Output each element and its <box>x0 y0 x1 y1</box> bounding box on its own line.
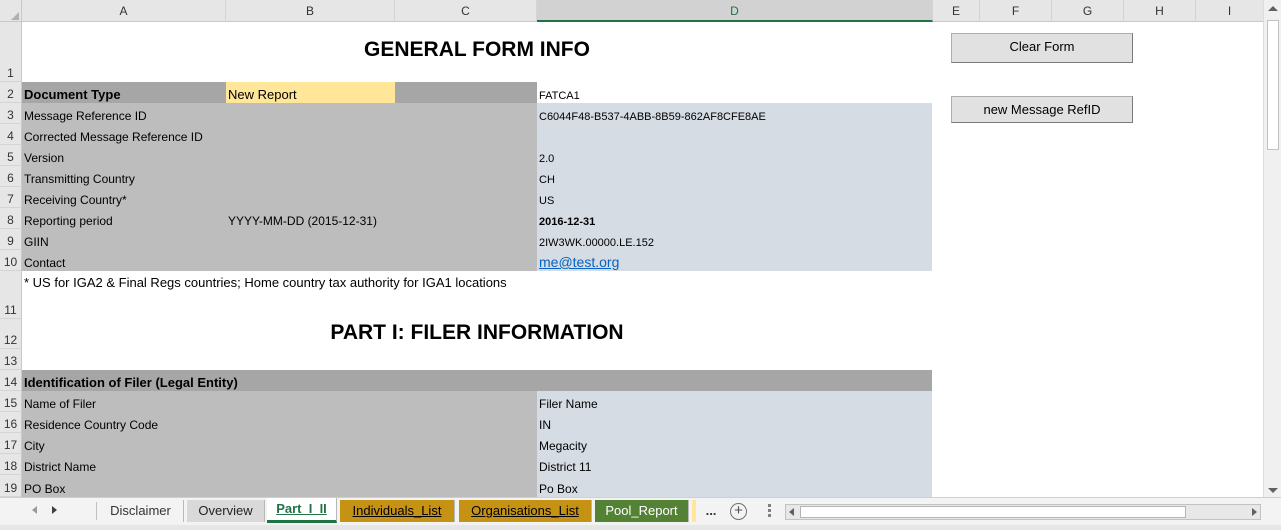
row-header-12[interactable]: 12 <box>0 319 22 349</box>
city-label: City <box>22 433 537 454</box>
row-header-13[interactable]: 13 <box>0 349 22 370</box>
hidden-tab-stub <box>692 500 696 522</box>
scroll-right-icon[interactable] <box>1252 508 1257 516</box>
scroll-up-icon[interactable] <box>1268 6 1278 11</box>
document-type-selector[interactable]: New Report <box>226 82 395 103</box>
vertical-scrollbar[interactable] <box>1263 0 1281 497</box>
scroll-left-icon[interactable] <box>789 508 794 516</box>
column-header-d[interactable]: D <box>537 0 933 22</box>
row-header-1[interactable]: 1 <box>0 22 22 82</box>
filer-name-value[interactable]: Filer Name <box>537 391 932 412</box>
column-header-bar: A B C D E F G H I <box>0 0 1263 22</box>
message-ref-label: Message Reference ID <box>22 103 537 124</box>
tab-disclaimer[interactable]: Disclaimer <box>98 500 184 522</box>
document-type-label: Document Type <box>22 82 226 103</box>
row-header-7[interactable]: 7 <box>0 187 22 208</box>
horizontal-scrollbar[interactable] <box>785 504 1261 520</box>
row-header-4[interactable]: 4 <box>0 124 22 145</box>
tab-splitter-icon[interactable] <box>768 504 771 507</box>
contact-cell[interactable]: me@test.org <box>537 250 932 271</box>
horizontal-scroll-thumb[interactable] <box>800 506 1186 518</box>
column-header-a[interactable]: A <box>22 0 226 22</box>
residence-country-value[interactable]: IN <box>537 412 932 433</box>
contact-label: Contact <box>22 250 537 271</box>
district-name-value[interactable]: District 11 <box>537 454 932 475</box>
row-header-9[interactable]: 9 <box>0 229 22 250</box>
tab-individuals-list[interactable]: Individuals_List <box>340 500 455 522</box>
scroll-down-icon[interactable] <box>1268 488 1278 493</box>
filer-name-label: Name of Filer <box>22 391 537 412</box>
row-header-3[interactable]: 3 <box>0 103 22 124</box>
add-sheet-icon[interactable]: + <box>730 503 747 520</box>
row-header-2[interactable]: 2 <box>0 82 22 103</box>
tab-separator <box>96 502 97 520</box>
reporting-period-value[interactable]: 2016-12-31 <box>537 208 932 229</box>
giin-value[interactable]: 2IW3WK.00000.LE.152 <box>537 229 932 250</box>
filer-section-header: Identification of Filer (Legal Entity) <box>22 370 932 391</box>
district-name-label: District Name <box>22 454 537 475</box>
column-header-g[interactable]: G <box>1052 0 1124 22</box>
po-box-label: PO Box <box>22 475 537 497</box>
tab-overview[interactable]: Overview <box>187 500 265 522</box>
giin-label: GIIN <box>22 229 537 250</box>
column-header-h[interactable]: H <box>1124 0 1196 22</box>
column-header-f[interactable]: F <box>980 0 1052 22</box>
tab-part-i-ii[interactable]: Part_I_II <box>267 498 337 523</box>
column-header-b[interactable]: B <box>226 0 395 22</box>
sheet-tab-bar: Disclaimer Overview Part_I_II Individual… <box>0 497 1281 525</box>
version-label: Version <box>22 145 537 166</box>
row-header-5[interactable]: 5 <box>0 145 22 166</box>
transmitting-country-label: Transmitting Country <box>22 166 537 187</box>
row-header-10[interactable]: 10 <box>0 250 22 271</box>
clear-form-button[interactable]: Clear Form <box>951 33 1133 63</box>
document-type-value[interactable]: FATCA1 <box>537 82 932 103</box>
reporting-period-hint: YYYY-MM-DD (2015-12-31) <box>226 208 537 229</box>
row-header-17[interactable]: 17 <box>0 433 22 454</box>
reporting-period-label: Reporting period <box>22 208 226 229</box>
general-form-title: GENERAL FORM INFO <box>364 38 590 61</box>
row-header-6[interactable]: 6 <box>0 166 22 187</box>
status-bar <box>0 525 1281 530</box>
message-ref-value[interactable]: C6044F48-B537-4ABB-8B59-862AF8CFE8AE <box>537 103 932 124</box>
select-all-corner[interactable] <box>0 0 22 22</box>
prev-sheet-icon[interactable] <box>32 506 37 514</box>
part1-title: PART I: FILER INFORMATION <box>330 321 624 344</box>
row-header-18[interactable]: 18 <box>0 454 22 475</box>
receiving-country-footnote: * US for IGA2 & Final Regs countries; Ho… <box>24 275 507 290</box>
corrected-ref-value[interactable] <box>537 124 932 145</box>
next-sheet-icon[interactable] <box>52 506 57 514</box>
more-tabs-button[interactable]: ... <box>698 500 724 522</box>
row-header-15[interactable]: 15 <box>0 391 22 412</box>
column-header-c[interactable]: C <box>395 0 537 22</box>
row-header-11[interactable]: 11 <box>0 271 22 319</box>
row-header-19[interactable]: 19 <box>0 475 22 497</box>
city-value[interactable]: Megacity <box>537 433 932 454</box>
column-header-i[interactable]: I <box>1196 0 1263 22</box>
row-header-8[interactable]: 8 <box>0 208 22 229</box>
tab-pool-report[interactable]: Pool_Report <box>595 500 689 522</box>
vertical-scroll-thumb[interactable] <box>1267 20 1279 150</box>
corrected-ref-label: Corrected Message Reference ID <box>22 124 537 145</box>
receiving-country-value[interactable]: US <box>537 187 932 208</box>
row-header-16[interactable]: 16 <box>0 412 22 433</box>
residence-country-label: Residence Country Code <box>22 412 537 433</box>
version-value[interactable]: 2.0 <box>537 145 932 166</box>
row-header-14[interactable]: 14 <box>0 370 22 391</box>
tab-organisations-list[interactable]: Organisations_List <box>459 500 592 522</box>
transmitting-country-value[interactable]: CH <box>537 166 932 187</box>
contact-email-link[interactable]: me@test.org <box>539 254 619 270</box>
column-header-e[interactable]: E <box>933 0 980 22</box>
po-box-value[interactable]: Po Box <box>537 475 932 497</box>
document-type-filler <box>395 82 537 103</box>
new-message-refid-button[interactable]: new Message RefID <box>951 96 1133 123</box>
receiving-country-label: Receiving Country* <box>22 187 537 208</box>
